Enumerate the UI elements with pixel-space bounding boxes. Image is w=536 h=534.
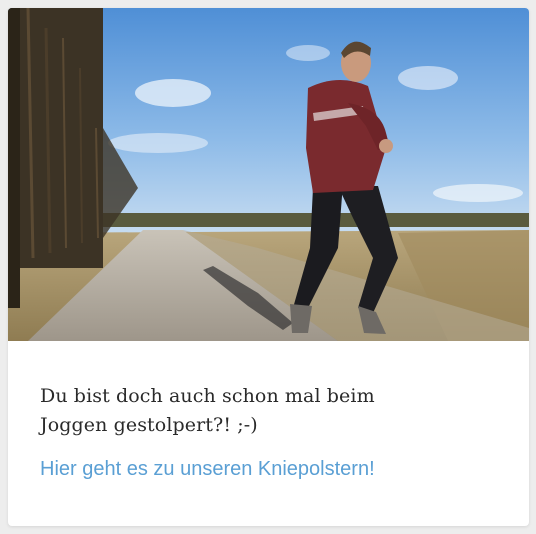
card-headline: Du bist doch auch schon mal beim Joggen … (40, 385, 375, 436)
knee-pads-link[interactable]: Hier geht es zu unseren Kniepolstern! (40, 456, 497, 482)
jogging-man-photo[interactable] (8, 8, 529, 341)
product-teaser-card[interactable]: Du bist doch auch schon mal beim Joggen … (8, 8, 529, 526)
card-body: Du bist doch auch schon mal beim Joggen … (8, 341, 529, 526)
